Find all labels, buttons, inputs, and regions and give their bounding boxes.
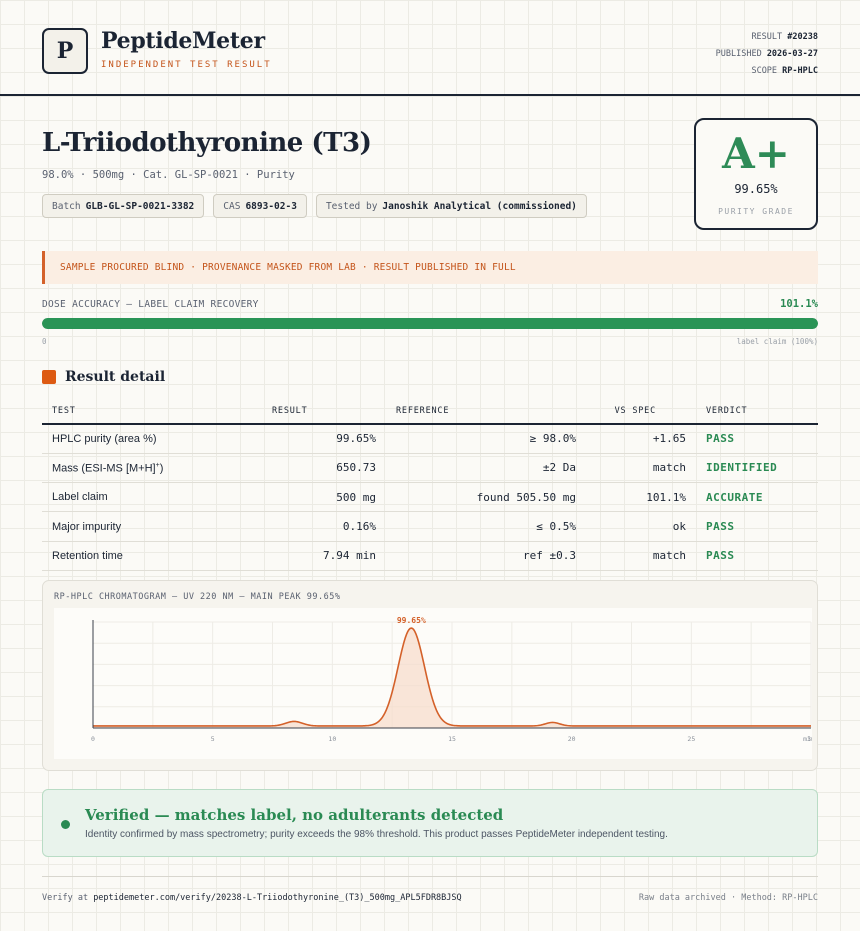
cell-reference: ≥ 98.0% <box>386 424 586 454</box>
tested-by-chip: Tested by Janoshik Analytical (commissio… <box>315 194 587 218</box>
product-subtitle: 98.0% · 500mg · Cat. GL-SP-0021 · Purity <box>42 169 295 181</box>
chromatogram-plot: 051015202530min99.65% <box>54 608 815 759</box>
blind-sample-notice: SAMPLE PROCURED BLIND · PROVENANCE MASKE… <box>42 251 818 284</box>
footer-method: Raw data archived · Method: RP-HPLC <box>638 893 818 903</box>
cas-label: CAS <box>223 200 241 212</box>
cell-result: 99.65% <box>262 424 386 454</box>
section-marker <box>42 370 56 384</box>
batch-label: Batch <box>52 200 81 212</box>
purity-grade-card: A+ 99.65% PURITY GRADE <box>694 118 818 230</box>
grade-letter: A+ <box>722 129 790 178</box>
x-tick-label: 5 <box>211 735 215 743</box>
cas-value: 6893-02-3 <box>245 200 297 212</box>
brand-name: PeptideMeter <box>101 28 265 54</box>
tested-by-value: Janoshik Analytical (commissioned) <box>382 200 577 212</box>
result-id-label: RESULT <box>751 32 783 42</box>
cell-result: 500 mg <box>262 482 386 513</box>
table-row: Label claim 500 mg found 505.50 mg 101.1… <box>42 482 818 513</box>
dose-accuracy-bar <box>42 318 818 329</box>
cell-test-text: Mass (ESI-MS [M+H] <box>52 462 156 475</box>
cell-reference: ≤ 0.5% <box>386 511 586 542</box>
footer-divider <box>42 876 818 877</box>
cell-test: Major impurity <box>42 511 262 542</box>
main-peak-label: 99.65% <box>397 616 426 625</box>
cell-result: 0.16% <box>262 511 386 542</box>
header-result: RESULT <box>262 398 386 425</box>
cell-test: Mass (ESI-MS [M+H]+) <box>42 453 262 484</box>
verify-line: Verify at peptidemeter.com/verify/20238-… <box>42 893 462 903</box>
cell-vs-spec: match <box>586 541 696 571</box>
x-tick-label: 0 <box>91 735 95 743</box>
cell-verdict: ACCURATE <box>696 482 818 513</box>
header-verdict: VERDICT <box>696 398 818 425</box>
header-reference: REFERENCE <box>386 398 586 425</box>
cell-verdict: IDENTIFIED <box>696 453 818 484</box>
dose-accuracy-value: 101.1% <box>780 298 818 310</box>
result-meta: RESULT #20238 PUBLISHED 2026-03-27 SCOPE… <box>716 29 818 80</box>
brand-tagline: INDEPENDENT TEST RESULT <box>101 60 272 70</box>
cell-reference: found 505.50 mg <box>386 482 586 513</box>
cell-test: Label claim <box>42 482 262 513</box>
chromatogram-svg: 051015202530min99.65% <box>91 616 815 743</box>
published-label: PUBLISHED <box>715 49 762 59</box>
dose-accuracy-label: DOSE ACCURACY — LABEL CLAIM RECOVERY <box>42 299 259 310</box>
product-title: L-Triiodothyronine (T3) <box>42 128 372 158</box>
chromatogram-panel: RP-HPLC CHROMATOGRAM — UV 220 NM — MAIN … <box>42 580 818 771</box>
report-header: P PeptideMeter INDEPENDENT TEST RESULT R… <box>0 0 860 96</box>
batch-chip: Batch GLB-GL-SP-0021-3382 <box>42 194 205 218</box>
published-date: 2026-03-27 <box>766 49 818 59</box>
scope-value: RP-HPLC <box>782 66 818 76</box>
x-unit-label: min <box>803 735 812 743</box>
cell-test: HPLC purity (area %) <box>42 424 262 454</box>
x-tick-label: 20 <box>568 735 576 743</box>
header-vs-spec: VS SPEC <box>586 398 696 425</box>
table-row: Mass (ESI-MS [M+H]+) 650.73 ±2 Da match … <box>42 453 818 484</box>
batch-value: GLB-GL-SP-0021-3382 <box>85 200 195 212</box>
cell-reference: ref ±0.3 <box>386 541 586 571</box>
cell-result: 7.94 min <box>262 541 386 571</box>
cell-vs-spec: match <box>586 453 696 484</box>
x-tick-label: 10 <box>328 735 336 743</box>
header-test: TEST <box>42 398 262 425</box>
verify-link[interactable]: peptidemeter.com/verify/20238-L-Triiodot… <box>93 893 461 903</box>
bar-max-label: label claim (100%) <box>736 337 818 346</box>
table-row: Retention time 7.94 min ref ±0.3 match P… <box>42 541 818 571</box>
table-row: HPLC purity (area %) 99.65% ≥ 98.0% +1.6… <box>42 424 818 454</box>
verified-dot-icon <box>61 820 70 829</box>
cell-test: Retention time <box>42 541 262 571</box>
brand-logo: P <box>42 28 88 74</box>
verified-banner: Verified — matches label, no adulterants… <box>42 789 818 857</box>
result-id: #20238 <box>787 32 818 42</box>
x-tick-label: 15 <box>448 735 456 743</box>
verified-text: Identity confirmed by mass spectrometry;… <box>85 829 668 840</box>
cell-verdict: PASS <box>696 541 818 571</box>
cell-test-tail: ) <box>159 462 164 475</box>
product-chips: Batch GLB-GL-SP-0021-3382 CAS 6893-02-3 … <box>42 194 587 218</box>
grade-value: 99.65% <box>734 182 778 196</box>
x-tick-label: 25 <box>687 735 695 743</box>
cell-verdict: PASS <box>696 424 818 454</box>
cell-vs-spec: 101.1% <box>586 482 696 513</box>
cell-reference: ±2 Da <box>386 453 586 484</box>
section-title: Result detail <box>65 369 166 385</box>
results-table: TEST RESULT REFERENCE VS SPEC VERDICT HP… <box>42 398 818 571</box>
scope-label: SCOPE <box>751 66 778 76</box>
table-header-row: TEST RESULT REFERENCE VS SPEC VERDICT <box>42 398 818 425</box>
chromatogram-title: RP-HPLC CHROMATOGRAM — UV 220 NM — MAIN … <box>54 592 341 602</box>
verify-prefix: Verify at <box>42 893 89 903</box>
cell-vs-spec: +1.65 <box>586 424 696 454</box>
cas-chip: CAS 6893-02-3 <box>213 194 307 218</box>
grade-label: PURITY GRADE <box>718 207 794 216</box>
dose-accuracy-bar-fill <box>42 318 818 329</box>
cell-vs-spec: ok <box>586 511 696 542</box>
verified-title: Verified — matches label, no adulterants… <box>85 806 504 824</box>
cell-verdict: PASS <box>696 511 818 542</box>
cell-result: 650.73 <box>262 453 386 484</box>
bar-min-label: 0 <box>42 337 47 346</box>
tested-by-label: Tested by <box>325 200 378 212</box>
table-row: Major impurity 0.16% ≤ 0.5% ok PASS <box>42 511 818 542</box>
